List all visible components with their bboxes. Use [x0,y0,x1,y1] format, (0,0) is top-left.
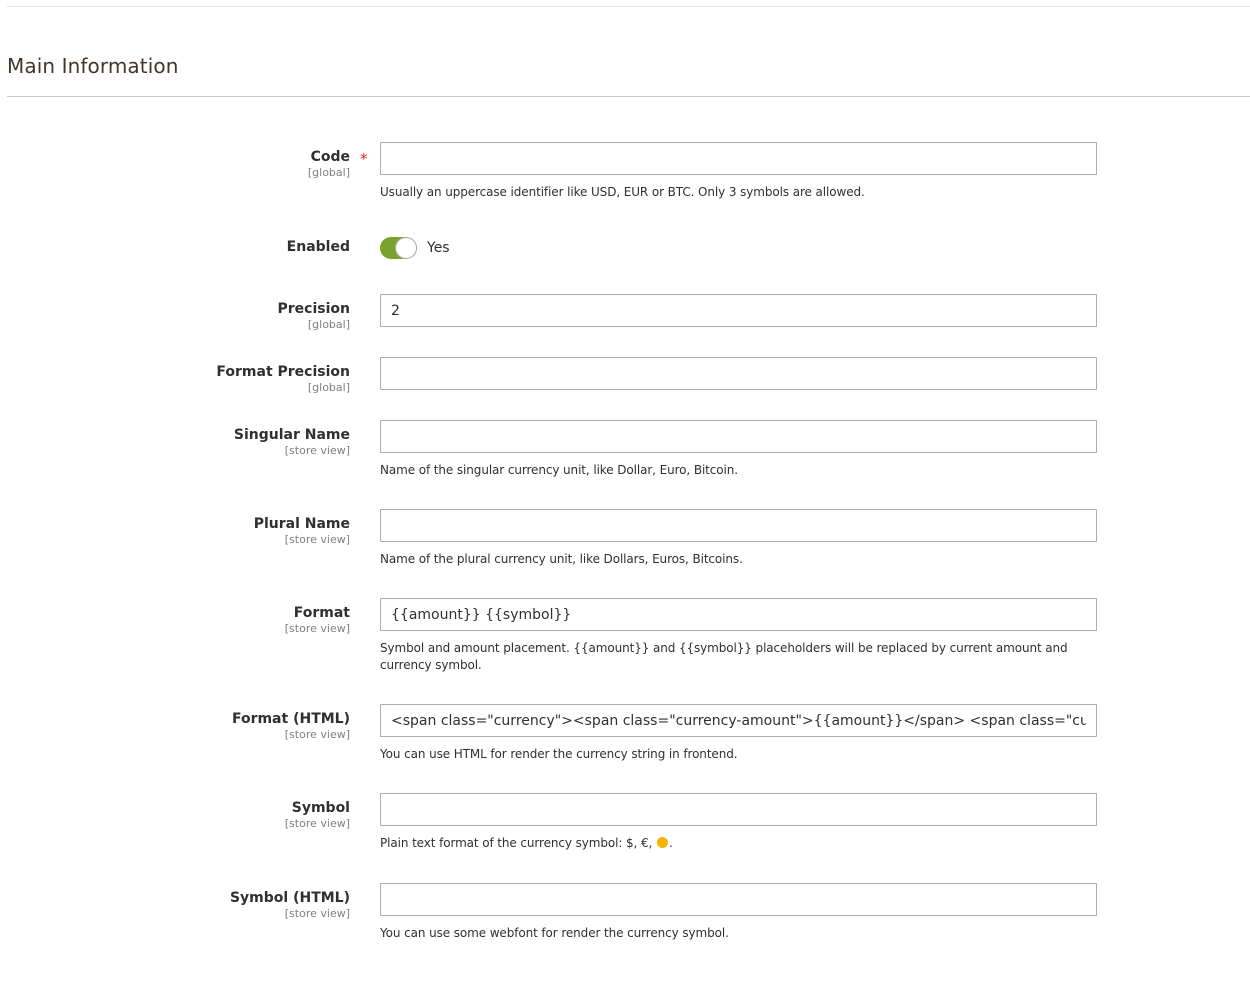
section-divider [7,96,1250,97]
code-input[interactable] [380,142,1097,175]
field-format-precision-label: Format Precision [global] [216,363,350,395]
precision-label: Precision [277,301,350,317]
singular-name-input[interactable] [380,420,1097,453]
precision-input[interactable] [380,294,1097,327]
code-note: Usually an uppercase identifier like USD… [380,185,865,199]
toggle-knob [396,238,416,258]
format-precision-input[interactable] [380,357,1097,390]
code-scope: [global] [307,166,350,179]
field-format-label: Format [store view] [285,604,350,636]
symbol-html-note: You can use some webfont for render the … [380,926,729,940]
plural-name-note: Name of the plural currency unit, like D… [380,552,743,566]
field-plural-name-label: Plural Name [store view] [254,515,350,547]
format-html-note: You can use HTML for render the currency… [380,747,738,761]
format-label: Format [293,605,350,621]
format-scope: [store view] [284,622,350,635]
format-note: Symbol and amount placement. {{amount}} … [380,641,1068,672]
enabled-label: Enabled [286,239,350,255]
field-enabled-label: Enabled [287,238,350,256]
field-format-html-label: Format (HTML) [store view] [232,710,350,742]
currency-form-page: Main Information Code [global] * Usually… [0,0,1250,982]
field-precision-label: Precision [global] [278,300,350,332]
enabled-toggle[interactable] [380,237,417,259]
symbol-html-label: Symbol (HTML) [229,890,350,906]
enabled-state-label: Yes [427,240,450,256]
plural-name-input[interactable] [380,509,1097,542]
coin-emoji-icon [656,837,668,848]
symbol-html-scope: [store view] [284,907,350,920]
section-title: Main Information [7,54,179,78]
symbol-note-suffix: . [668,836,673,850]
plural-name-label: Plural Name [253,516,350,532]
symbol-scope: [store view] [284,817,350,830]
field-symbol-label: Symbol [store view] [285,799,350,831]
format-input[interactable] [380,598,1097,631]
format-html-input[interactable] [380,704,1097,737]
plural-name-scope: [store view] [284,533,350,546]
symbol-note: Plain text format of the currency symbol… [380,835,1080,852]
symbol-note-text: Plain text format of the currency symbol… [380,836,656,850]
required-mark: * [360,150,368,168]
singular-name-label: Singular Name [233,427,350,443]
singular-name-note: Name of the singular currency unit, like… [380,463,738,477]
top-divider [7,6,1250,7]
singular-name-scope: [store view] [284,444,350,457]
code-label: Code [310,149,350,165]
format-precision-scope: [global] [307,381,350,394]
symbol-input[interactable] [380,793,1097,826]
field-code-label: Code [global] [308,148,350,180]
symbol-label: Symbol [291,800,350,816]
precision-scope: [global] [307,318,350,331]
format-precision-label: Format Precision [216,364,350,380]
field-singular-name-label: Singular Name [store view] [234,426,350,458]
format-html-scope: [store view] [284,728,350,741]
field-symbol-html-label: Symbol (HTML) [store view] [230,889,350,921]
format-html-label: Format (HTML) [231,711,350,727]
symbol-html-input[interactable] [380,883,1097,916]
